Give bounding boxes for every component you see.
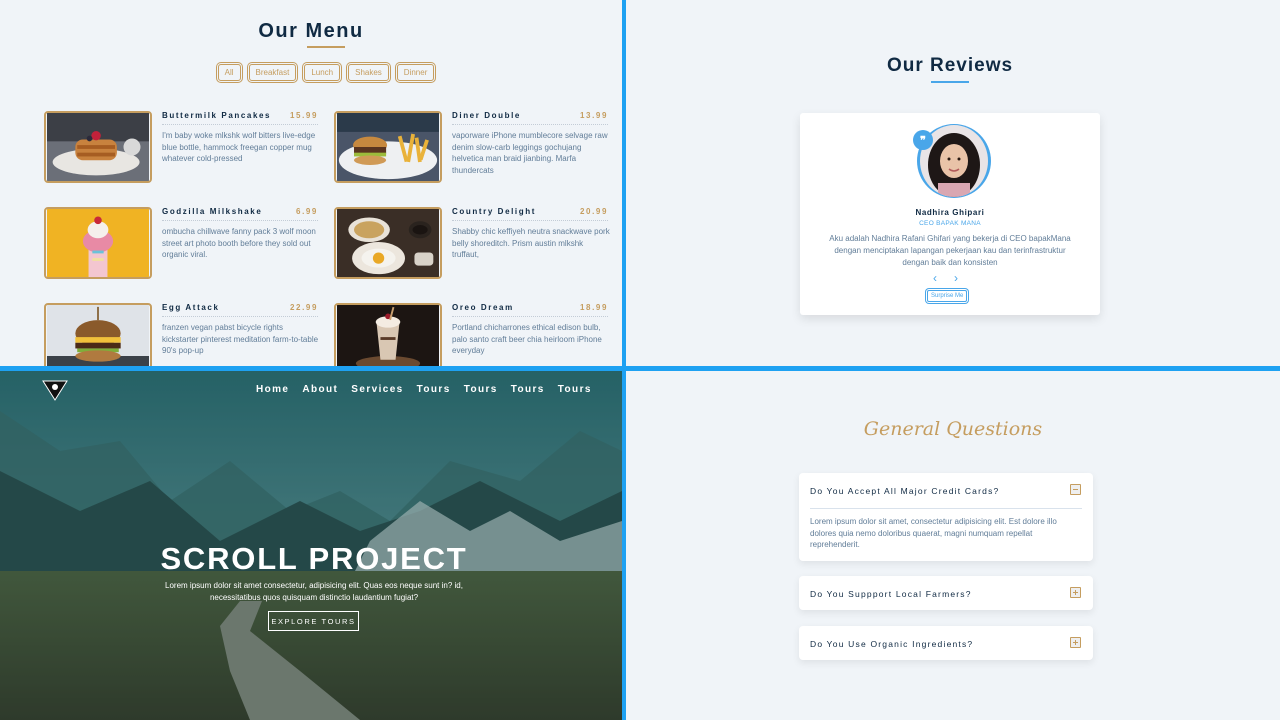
explore-tours-button[interactable]: EXPLORE TOURS xyxy=(268,611,359,631)
reviews-section: Our Reviews ❞ Nadhira Ghipari CEO BAPAK … xyxy=(626,0,1280,366)
faq-question[interactable]: Do You Suppport Local Farmers? xyxy=(810,589,972,599)
chevron-left-icon[interactable]: ‹ xyxy=(933,271,937,285)
faq-question[interactable]: Do You Use Organic Ingredients? xyxy=(810,639,973,649)
hero-section: Home About Services Tours Tours Tours To… xyxy=(0,371,622,720)
pancakes-photo xyxy=(44,111,152,183)
menu-item: Godzilla Milkshake 6.99 ombucha chillwav… xyxy=(44,207,319,279)
menu-section: Our Menu All Breakfast Lunch Shakes Dinn… xyxy=(0,0,622,366)
quote-icon: ❞ xyxy=(913,130,933,150)
faq-item[interactable]: Do You Suppport Local Farmers? xyxy=(799,576,1093,610)
menu-item-description: Shabby chic keffiyeh neutra snackwave po… xyxy=(452,227,610,259)
menu-item-price: 18.99 xyxy=(579,303,608,312)
menu-filter-bar: All Breakfast Lunch Shakes Dinner xyxy=(0,64,622,81)
nav-link-services[interactable]: Services xyxy=(351,384,403,395)
faq-item[interactable]: Do You Accept All Major Credit Cards? Lo… xyxy=(799,473,1093,561)
milkshake-photo xyxy=(44,207,152,279)
menu-item: Oreo Dream 18.99 Portland chicharrones e… xyxy=(334,303,609,366)
chevron-right-icon[interactable]: › xyxy=(954,271,958,285)
menu-title: Our Menu xyxy=(258,20,364,42)
plus-icon[interactable] xyxy=(1070,587,1081,598)
review-card: ❞ Nadhira Ghipari CEO BAPAK MANA Aku ada… xyxy=(800,113,1100,315)
faq-title: General Questions xyxy=(863,418,1043,440)
menu-item-price: 15.99 xyxy=(289,111,318,120)
menu-item-description: vaporware iPhone mumblecore selvage raw … xyxy=(452,131,608,175)
reviews-title: Our Reviews xyxy=(886,55,1014,76)
faq-section: General Questions Do You Accept All Majo… xyxy=(626,371,1280,720)
menu-item-price: 20.99 xyxy=(579,207,608,216)
menu-item-name: Godzilla Milkshake xyxy=(162,207,263,216)
filter-shakes-button[interactable]: Shakes xyxy=(348,64,389,81)
main-nav: Home About Services Tours Tours Tours To… xyxy=(256,384,605,395)
reviews-title-underline xyxy=(931,81,969,83)
menu-item-description: franzen vegan pabst bicycle rights kicks… xyxy=(162,323,319,355)
menu-item-price: 6.99 xyxy=(296,207,318,216)
hero-title: SCROLL PROJECT xyxy=(160,541,468,576)
filter-breakfast-button[interactable]: Breakfast xyxy=(248,64,297,81)
menu-title-underline xyxy=(307,46,345,48)
menu-item-price: 22.99 xyxy=(289,303,318,312)
menu-item-name: Buttermilk Pancakes xyxy=(162,111,272,120)
menu-item: Diner Double 13.99 vaporware iPhone mumb… xyxy=(334,111,609,183)
faq-item[interactable]: Do You Use Organic Ingredients? xyxy=(799,626,1093,660)
minus-icon[interactable] xyxy=(1070,484,1081,495)
menu-item-name: Country Delight xyxy=(452,207,536,216)
menu-item: Buttermilk Pancakes 15.99 I'm baby woke … xyxy=(44,111,319,183)
country-breakfast-photo xyxy=(334,207,442,279)
surprise-me-button[interactable]: Surprise Me xyxy=(927,290,968,302)
plus-icon[interactable] xyxy=(1070,637,1081,648)
hero-text: Lorem ipsum dolor sit amet consectetur, … xyxy=(165,581,463,602)
logo-icon[interactable] xyxy=(42,379,68,401)
menu-item-name: Egg Attack xyxy=(162,303,220,312)
filter-dinner-button[interactable]: Dinner xyxy=(396,64,435,81)
menu-item-price: 13.99 xyxy=(579,111,608,120)
review-text: Aku adalah Nadhira Rafani Ghifari yang b… xyxy=(829,234,1071,267)
nav-link-tours[interactable]: Tours xyxy=(558,384,592,395)
reviewer-name: Nadhira Ghipari xyxy=(915,208,985,217)
faq-divider xyxy=(810,508,1082,509)
filter-lunch-button[interactable]: Lunch xyxy=(304,64,341,81)
faq-question[interactable]: Do You Accept All Major Credit Cards? xyxy=(810,486,999,496)
menu-item-description: ombucha chillwave fanny pack 3 wolf moon… xyxy=(162,227,316,259)
menu-item-description: Portland chicharrones ethical edison bul… xyxy=(452,323,602,355)
menu-item-name: Oreo Dream xyxy=(452,303,514,312)
egg-burger-photo xyxy=(44,303,152,366)
nav-link-tours[interactable]: Tours xyxy=(511,384,545,395)
menu-item: Country Delight 20.99 Shabby chic keffiy… xyxy=(334,207,610,279)
oreo-shake-photo xyxy=(334,303,442,366)
filter-all-button[interactable]: All xyxy=(217,64,241,81)
menu-item-name: Diner Double xyxy=(452,111,521,120)
nav-link-tours[interactable]: Tours xyxy=(464,384,498,395)
menu-item: Egg Attack 22.99 franzen vegan pabst bic… xyxy=(44,303,319,366)
reviewer-job: CEO BAPAK MANA xyxy=(919,220,981,227)
menu-item-description: I'm baby woke mlkshk wolf bitters live-e… xyxy=(162,131,316,163)
nav-link-home[interactable]: Home xyxy=(256,384,289,395)
nav-link-tours[interactable]: Tours xyxy=(417,384,451,395)
nav-link-about[interactable]: About xyxy=(302,384,338,395)
burger-fries-photo xyxy=(334,111,442,183)
faq-answer: Lorem ipsum dolor sit amet, consectetur … xyxy=(810,517,1057,550)
